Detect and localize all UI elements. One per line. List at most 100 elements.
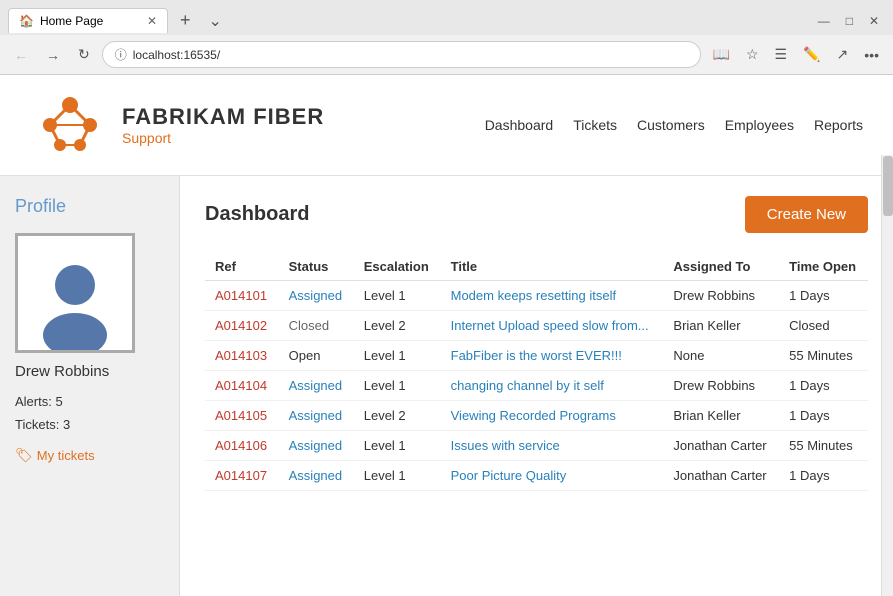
title-link[interactable]: Modem keeps resetting itself — [451, 288, 616, 303]
table-header-row: Ref Status Escalation Title Assigned To … — [205, 253, 868, 281]
favorites-button[interactable]: ☆ — [740, 42, 765, 67]
col-ref: Ref — [205, 253, 279, 281]
tickets-label: Tickets: — [15, 417, 59, 432]
url-input[interactable] — [133, 48, 688, 62]
avatar — [15, 233, 135, 353]
my-tickets-link[interactable]: 🏷 My tickets — [15, 447, 164, 464]
cell-status: Closed — [279, 311, 354, 341]
cell-escalation: Level 1 — [354, 281, 441, 311]
nav-employees[interactable]: Employees — [725, 117, 794, 133]
title-link[interactable]: FabFiber is the worst EVER!!! — [451, 348, 622, 363]
status-badge: Open — [289, 348, 321, 363]
ref-link[interactable]: A014102 — [215, 318, 267, 333]
cell-title: Modem keeps resetting itself — [441, 281, 664, 311]
nav-customers[interactable]: Customers — [637, 117, 705, 133]
create-new-button[interactable]: Create New — [745, 196, 868, 233]
ref-link[interactable]: A014106 — [215, 438, 267, 453]
tab-title: Home Page — [40, 14, 103, 28]
profile-label: Profile — [15, 196, 164, 217]
title-link[interactable]: Poor Picture Quality — [451, 468, 567, 483]
nav-reports[interactable]: Reports — [814, 117, 863, 133]
new-tab-button[interactable]: + — [172, 6, 199, 35]
cell-title: Viewing Recorded Programs — [441, 401, 664, 431]
cell-status: Assigned — [279, 431, 354, 461]
logo-image — [30, 85, 110, 165]
cell-assigned: Jonathan Carter — [663, 461, 779, 491]
ref-link[interactable]: A014101 — [215, 288, 267, 303]
cell-status: Assigned — [279, 371, 354, 401]
cell-status: Assigned — [279, 281, 354, 311]
brand-sub: Support — [122, 130, 324, 146]
nav-dashboard[interactable]: Dashboard — [485, 117, 554, 133]
cell-assigned: Brian Keller — [663, 311, 779, 341]
table-row: A014102 Closed Level 2 Internet Upload s… — [205, 311, 868, 341]
table-row: A014104 Assigned Level 1 changing channe… — [205, 371, 868, 401]
col-title: Title — [441, 253, 664, 281]
main-nav: Dashboard Tickets Customers Employees Re… — [485, 117, 863, 133]
share-button[interactable]: ↗ — [831, 42, 855, 67]
cell-title: FabFiber is the worst EVER!!! — [441, 341, 664, 371]
cell-escalation: Level 1 — [354, 461, 441, 491]
my-tickets-label: My tickets — [37, 448, 95, 463]
reading-view-button[interactable]: 📖 — [707, 42, 736, 67]
col-escalation: Escalation — [354, 253, 441, 281]
close-window-button[interactable]: ✕ — [863, 10, 885, 32]
dashboard-area: Dashboard Create New Ref Status Escalati… — [180, 176, 893, 596]
hub-button[interactable]: ☰ — [769, 42, 794, 67]
cell-status: Assigned — [279, 461, 354, 491]
cell-escalation: Level 2 — [354, 401, 441, 431]
nav-tickets[interactable]: Tickets — [573, 117, 617, 133]
forward-button[interactable]: → — [40, 43, 66, 67]
browser-tab[interactable]: 🏠 Home Page ✕ — [8, 8, 168, 33]
table-row: A014105 Assigned Level 2 Viewing Recorde… — [205, 401, 868, 431]
notes-button[interactable]: ✏️ — [797, 42, 826, 67]
tab-list-button[interactable]: ⌄ — [203, 7, 228, 35]
col-time: Time Open — [779, 253, 868, 281]
cell-time-open: 1 Days — [779, 461, 868, 491]
cell-ref: A014106 — [205, 431, 279, 461]
logo-area: FABRIKAM FIBER Support — [30, 85, 324, 165]
status-badge: Closed — [289, 318, 329, 333]
status-badge: Assigned — [289, 438, 342, 453]
title-link[interactable]: Viewing Recorded Programs — [451, 408, 616, 423]
cell-time-open: 1 Days — [779, 281, 868, 311]
title-link[interactable]: changing channel by it self — [451, 378, 604, 393]
cell-escalation: Level 1 — [354, 341, 441, 371]
refresh-button[interactable]: ↻ — [72, 42, 96, 67]
minimize-button[interactable]: — — [812, 10, 836, 32]
cell-ref: A014104 — [205, 371, 279, 401]
alerts-row: Alerts: 5 — [15, 390, 164, 413]
table-header: Ref Status Escalation Title Assigned To … — [205, 253, 868, 281]
maximize-button[interactable]: □ — [840, 10, 859, 32]
status-badge: Assigned — [289, 408, 342, 423]
cell-ref: A014107 — [205, 461, 279, 491]
close-tab-button[interactable]: ✕ — [147, 14, 157, 28]
cell-assigned: None — [663, 341, 779, 371]
scrollbar-thumb[interactable] — [883, 156, 893, 216]
cell-escalation: Level 2 — [354, 311, 441, 341]
title-link[interactable]: Internet Upload speed slow from... — [451, 318, 649, 333]
address-bar[interactable]: ⓘ — [102, 41, 701, 68]
ref-link[interactable]: A014105 — [215, 408, 267, 423]
tickets-row: Tickets: 3 — [15, 413, 164, 436]
scrollbar-track[interactable] — [881, 155, 893, 596]
ref-link[interactable]: A014107 — [215, 468, 267, 483]
cell-time-open: 55 Minutes — [779, 341, 868, 371]
ref-link[interactable]: A014104 — [215, 378, 267, 393]
more-button[interactable]: ••• — [858, 42, 885, 67]
dashboard-title: Dashboard — [205, 203, 309, 226]
status-badge: Assigned — [289, 378, 342, 393]
back-button[interactable]: ← — [8, 43, 34, 67]
title-link[interactable]: Issues with service — [451, 438, 560, 453]
brand-text: FABRIKAM FIBER Support — [122, 104, 324, 146]
ref-link[interactable]: A014103 — [215, 348, 267, 363]
cell-assigned: Drew Robbins — [663, 371, 779, 401]
col-assigned: Assigned To — [663, 253, 779, 281]
alerts-value: 5 — [55, 394, 62, 409]
table-row: A014107 Assigned Level 1 Poor Picture Qu… — [205, 461, 868, 491]
cell-escalation: Level 1 — [354, 371, 441, 401]
table-body: A014101 Assigned Level 1 Modem keeps res… — [205, 281, 868, 491]
table-row: A014103 Open Level 1 FabFiber is the wor… — [205, 341, 868, 371]
cell-title: Poor Picture Quality — [441, 461, 664, 491]
cell-title: changing channel by it self — [441, 371, 664, 401]
